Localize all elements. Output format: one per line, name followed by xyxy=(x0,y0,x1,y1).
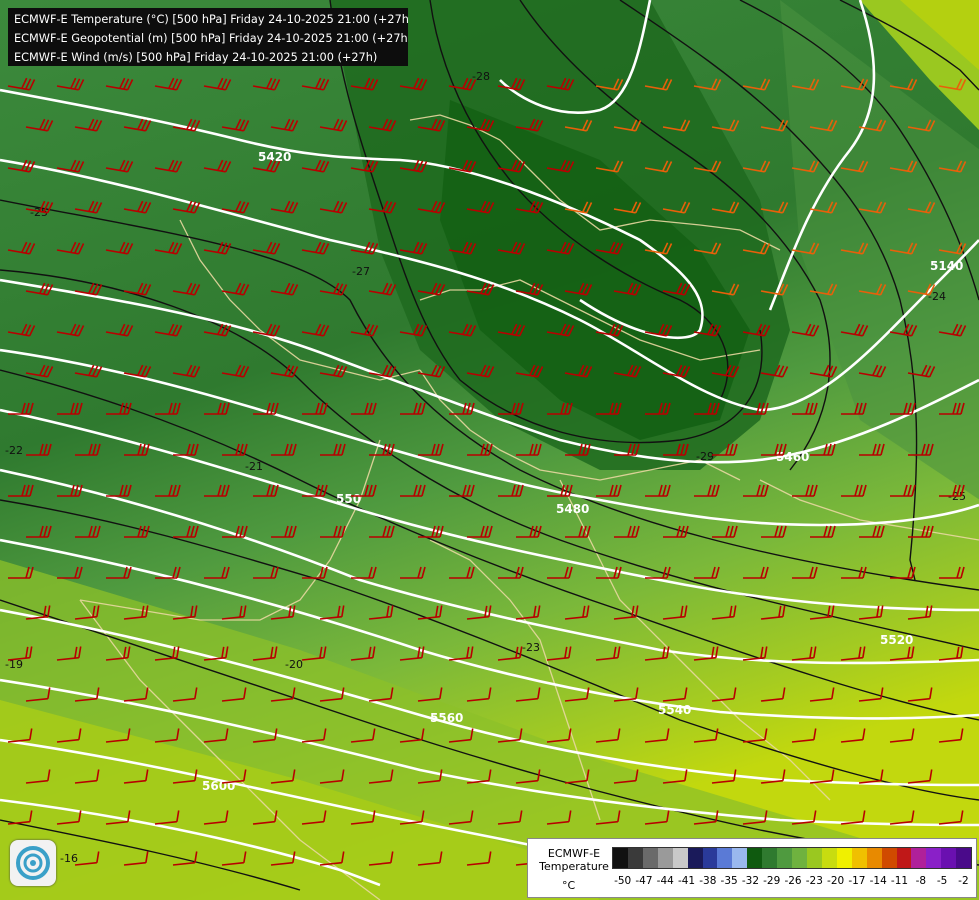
temperature-legend: ECMWF-E Temperature °C -50 -47 -44 -41 -38 -3… xyxy=(527,838,977,898)
legend-tick-label: -14 xyxy=(869,875,887,887)
legend-tick-label: -8 xyxy=(915,875,927,887)
legend-swatch xyxy=(806,848,822,868)
label-t2: -27 xyxy=(352,265,370,278)
legend-swatch xyxy=(881,848,897,868)
legend-swatch xyxy=(821,848,837,868)
legend-swatch xyxy=(732,848,748,868)
label-t10: -16 xyxy=(60,852,78,865)
legend-tick-label: -26 xyxy=(784,875,802,887)
legend-swatch xyxy=(672,848,688,868)
legend-unit: °C xyxy=(562,879,576,892)
label-5480: 5480 xyxy=(556,502,589,516)
legend-tick-label: -23 xyxy=(805,875,823,887)
legend-swatch xyxy=(926,848,942,868)
legend-tick-label: -29 xyxy=(763,875,781,887)
legend-color-bar xyxy=(612,847,972,869)
legend-tick-label: -11 xyxy=(890,875,909,887)
legend-swatch xyxy=(762,848,778,868)
legend-title: ECMWF-E Temperature xyxy=(539,847,609,873)
label-5600: 5600 xyxy=(202,779,235,793)
legend-swatch xyxy=(792,848,807,868)
legend-swatch xyxy=(702,848,718,868)
legend-swatch xyxy=(941,848,957,868)
label-t7: -20 xyxy=(285,658,303,671)
legend-swatch xyxy=(866,848,882,868)
legend-tick-label: -35 xyxy=(720,875,738,887)
legend-swatch xyxy=(956,848,972,868)
legend-tick-label: -44 xyxy=(656,875,674,887)
title-line-geopotential: ECMWF-E Geopotential (m) [500 hPa] Frida… xyxy=(14,32,408,45)
label-5140: 5140 xyxy=(930,259,963,273)
legend-tick-label: -17 xyxy=(848,875,866,887)
title-line-temperature: ECMWF-E Temperature (°C) [500 hPa] Frida… xyxy=(14,13,408,26)
legend-tick-label: -32 xyxy=(741,875,759,887)
legend-swatch xyxy=(911,848,927,868)
legend-tick-label: -5 xyxy=(936,875,948,887)
legend-swatch xyxy=(642,848,658,868)
legend-tick-label: -2 xyxy=(958,875,969,887)
legend-swatch xyxy=(627,848,643,868)
legend-tick-label: -47 xyxy=(635,875,653,887)
weather-map: 5420 5460 5480 550 5520 5540 5560 5600 5… xyxy=(0,0,979,900)
label-t8: -23 xyxy=(522,641,540,654)
label-5540: 5540 xyxy=(658,703,691,717)
legend-tick-label: -50 xyxy=(614,875,632,887)
legend-ticks: -50 -47 -44 -41 -38 -35 -32 -29 -26 -23 -20 -17 -14-… xyxy=(612,875,974,887)
legend-swatch xyxy=(836,848,852,868)
legend-tick-label: -38 xyxy=(699,875,717,887)
label-550: 550 xyxy=(336,492,361,506)
legend-tick-label: -20 xyxy=(827,875,845,887)
ecmwf-logo-icon xyxy=(10,840,56,886)
legend-swatch xyxy=(687,848,703,868)
title-box: ECMWF-E Temperature (°C) [500 hPa] Frida… xyxy=(8,8,408,66)
legend-swatch xyxy=(777,848,793,868)
legend-swatch xyxy=(613,848,628,868)
label-t6: -22 xyxy=(5,444,23,457)
legend-swatch xyxy=(896,848,912,868)
legend-swatch xyxy=(747,848,763,868)
legend-swatch xyxy=(717,848,733,868)
label-t4: -29 xyxy=(696,450,714,463)
label-5520: 5520 xyxy=(880,633,913,647)
label-5460: 5460 xyxy=(776,450,809,464)
label-5560: 5560 xyxy=(430,711,463,725)
legend-swatch xyxy=(851,848,867,868)
legend-tick-label: -41 xyxy=(677,875,696,887)
title-line-wind: ECMWF-E Wind (m/s) [500 hPa] Friday 24-1… xyxy=(14,51,378,64)
legend-swatch xyxy=(657,848,673,868)
label-t5: -21 xyxy=(245,460,263,473)
